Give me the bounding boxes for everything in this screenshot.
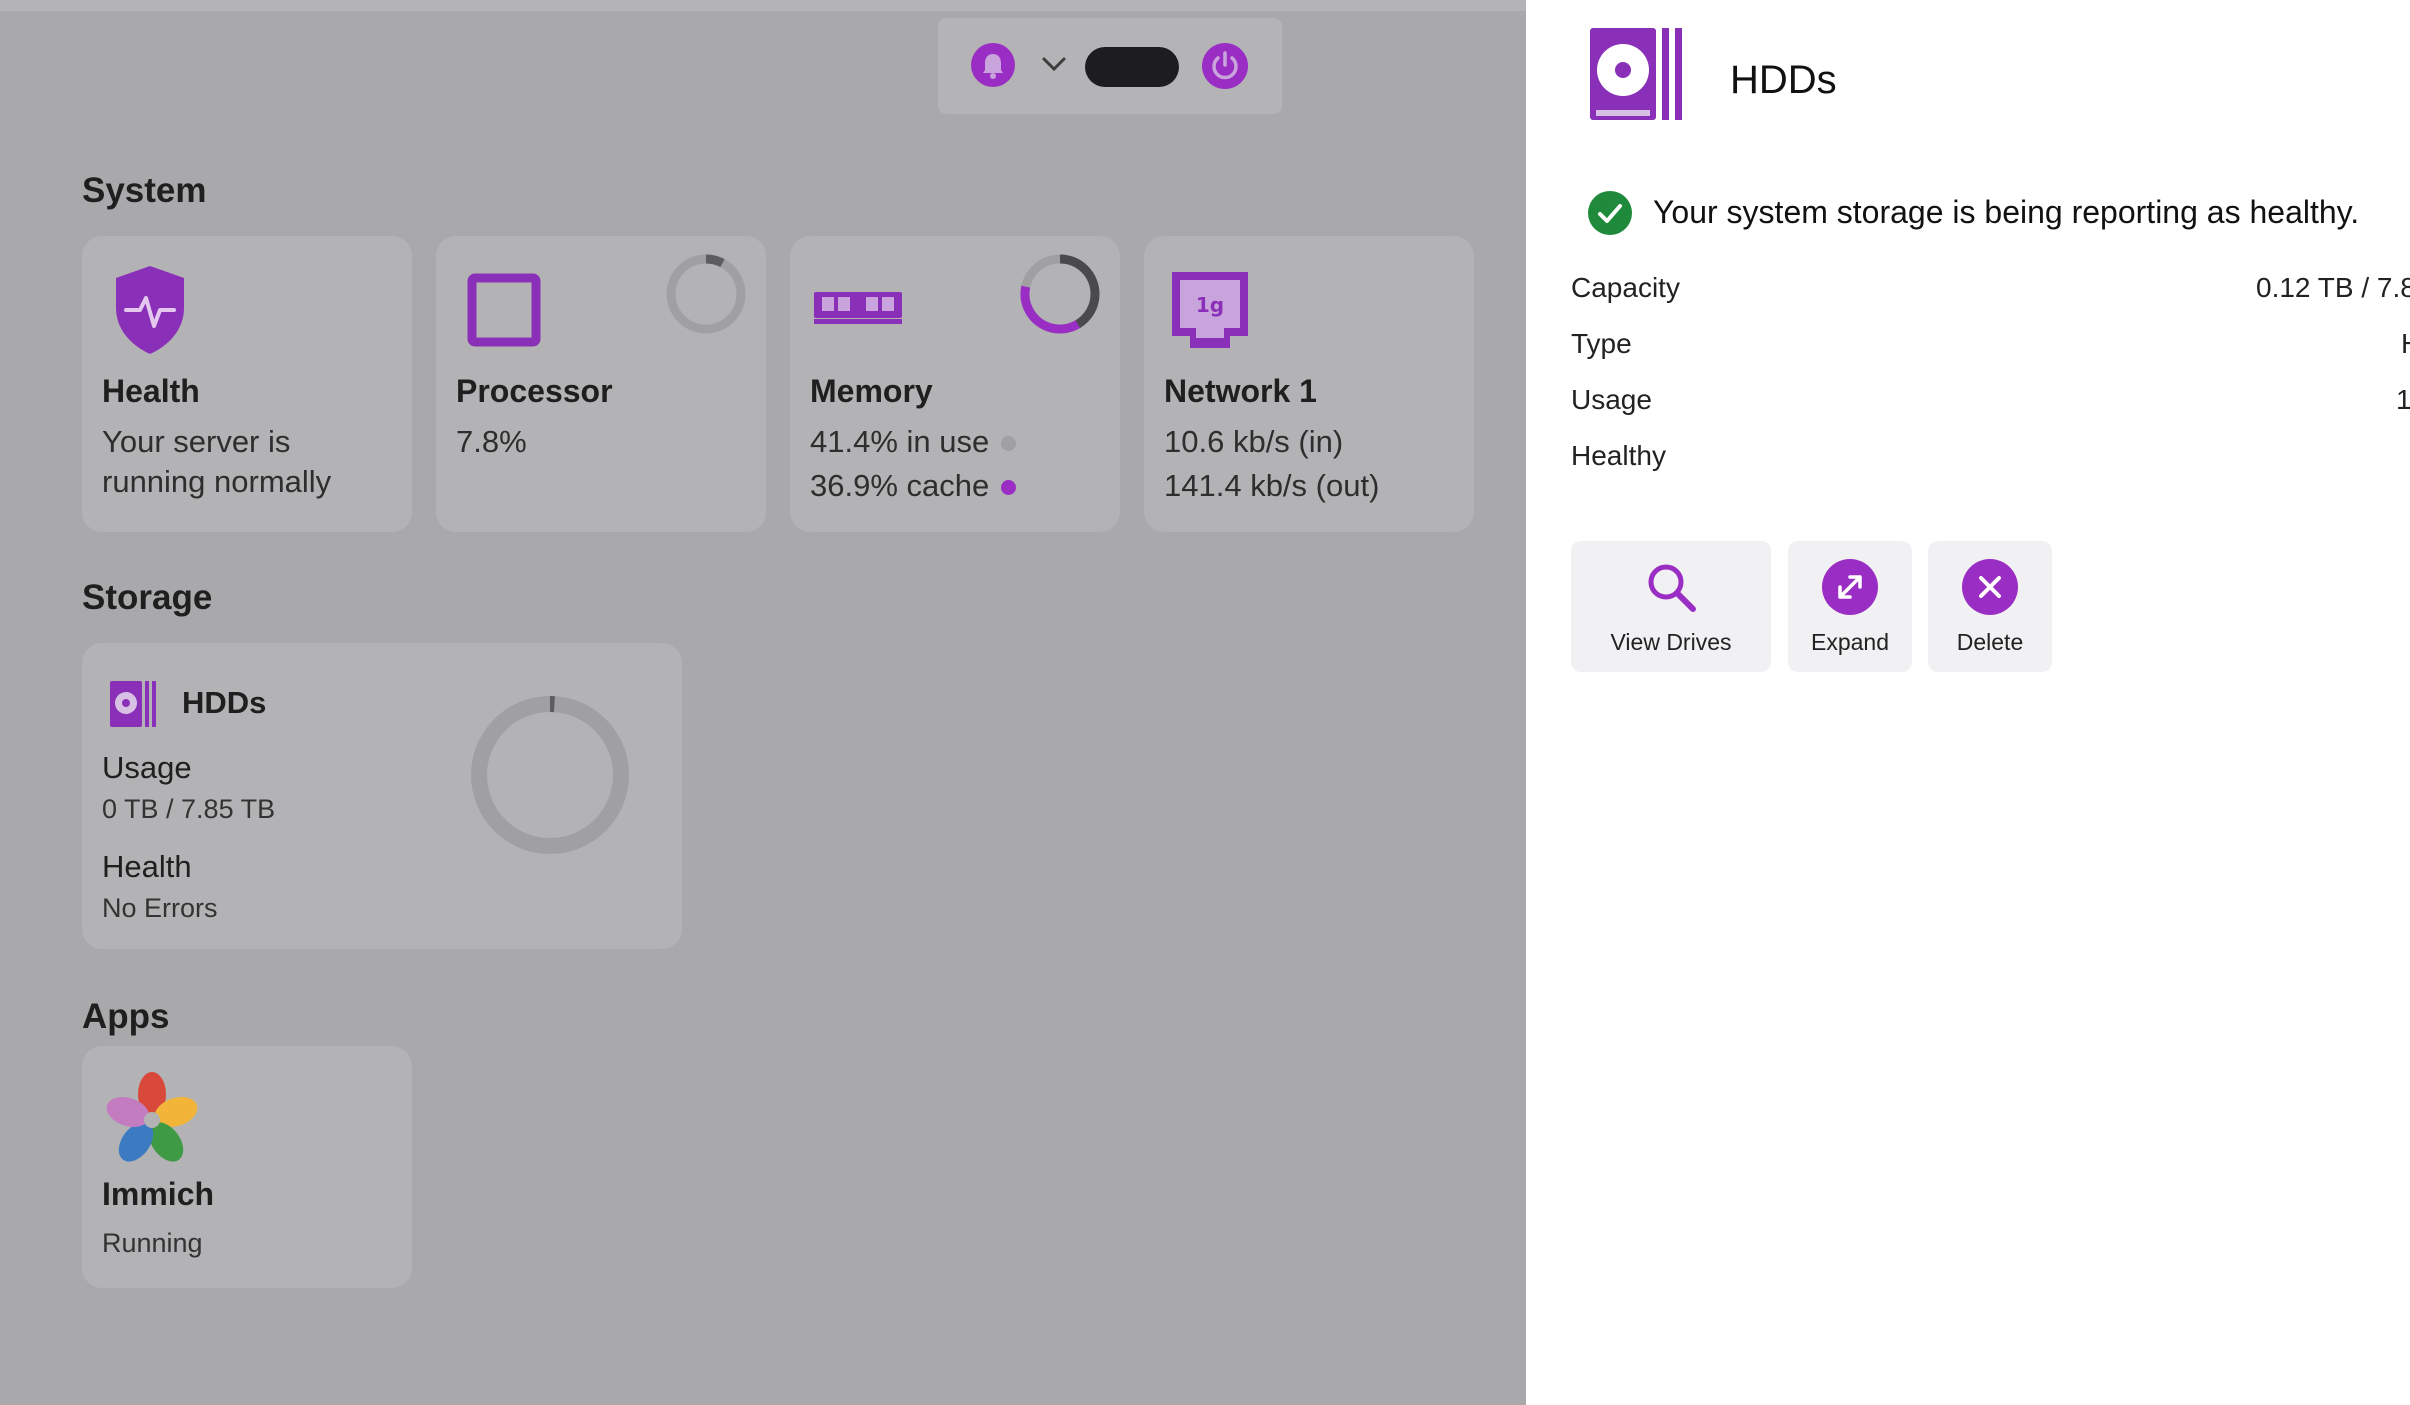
check-circle-icon [1588,191,1632,235]
info-value-usage: 1. [2396,384,2410,415]
storage-health-value: No Errors [102,893,218,923]
memory-in-use-text: 41.4% in use [810,424,990,459]
user-avatar-pill[interactable] [1085,47,1179,87]
close-icon [1962,559,2018,615]
memory-icon [814,292,902,324]
expand-button[interactable]: Expand [1788,541,1912,672]
expand-label: Expand [1810,629,1889,655]
memory-cache-text: 36.9% cache [810,468,990,503]
bell-icon[interactable] [971,43,1015,87]
hdd-icon [1590,28,1682,120]
health-line1: Your server is [102,424,291,459]
health-status-text: Your system storage is being reporting a… [1653,194,2360,230]
top-strip [0,0,1526,11]
section-title-apps: Apps [82,997,170,1036]
chevron-down-icon[interactable] [1038,48,1070,80]
expand-icon [1822,559,1878,615]
network-in: 10.6 kb/s (in) [1164,424,1344,459]
memory-card[interactable]: Memory 41.4% in use 36.9% cache [790,236,1120,532]
memory-gauge [1020,254,1100,334]
info-value-type: H [2401,328,2410,360]
processor-gauge [666,254,746,334]
network-card[interactable]: 1g Network 1 10.6 kb/s (in) 141.4 kb/s (… [1144,236,1474,532]
delete-button[interactable]: Delete [1928,541,2052,672]
shield-pulse-icon [116,266,184,354]
hdd-icon [110,681,156,727]
info-label-type: Type [1571,328,1632,359]
panel-title: HDDs [1730,58,1837,102]
section-title-storage: Storage [82,578,213,617]
app-name: Immich [102,1176,215,1212]
network-badge: 1g [1196,293,1224,317]
delete-label: Delete [1956,629,2024,655]
info-label-healthy: Healthy [1571,440,1666,471]
ethernet-port-icon: 1g [1172,272,1248,348]
search-icon [1648,564,1696,612]
storage-title: HDDs [182,685,267,720]
app-card-immich[interactable]: Immich Running [82,1046,412,1288]
network-title: Network 1 [1164,373,1317,409]
memory-title: Memory [810,373,933,409]
health-line2: running normally [102,464,332,499]
health-card[interactable]: Health Your server is running normally [82,236,412,532]
info-value-capacity: 0.12 TB / 7.85 [2256,272,2410,303]
immich-logo-icon [106,1072,198,1162]
processor-title: Processor [456,373,613,409]
processor-value: 7.8% [456,424,527,459]
storage-usage-label: Usage [102,750,192,785]
info-label-capacity: Capacity [1571,272,1680,303]
processor-card[interactable]: Processor 7.8% [436,236,766,532]
dashboard-background: System Health Your server is running nor… [0,0,1526,1405]
storage-usage-value: 0 TB / 7.85 TB [102,794,276,824]
health-title: Health [102,373,200,409]
section-title-system: System [82,171,207,210]
memory-in-use: 41.4% in use [810,422,1017,462]
storage-gauge [471,696,629,854]
cache-dot [1001,480,1017,496]
power-icon[interactable] [1202,43,1248,89]
storage-detail-panel: HDDs Your system storage is being report… [1526,0,2410,1405]
view-drives-button[interactable]: View Drives [1571,541,1771,672]
in-use-dot [1001,436,1017,452]
storage-health-label: Health [102,849,192,884]
memory-cache: 36.9% cache [810,466,1017,506]
network-out: 141.4 kb/s (out) [1164,468,1380,503]
processor-icon [467,273,541,347]
view-drives-label: View Drives [1610,629,1732,655]
app-status: Running [102,1228,203,1258]
storage-card[interactable]: HDDs Usage 0 TB / 7.85 TB Health No Erro… [82,643,682,949]
top-bar [938,18,1282,114]
info-label-usage: Usage [1571,384,1652,415]
